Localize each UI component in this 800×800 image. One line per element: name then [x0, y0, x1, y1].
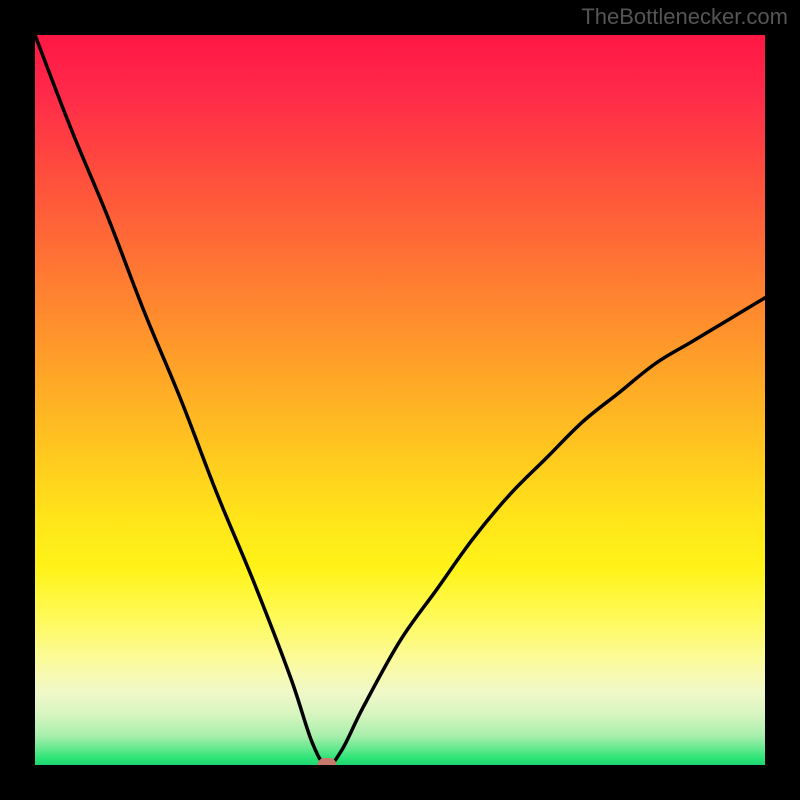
attribution-label: TheBottlenecker.com: [581, 4, 788, 30]
bottleneck-curve: [35, 35, 765, 765]
chart-plot-area: [35, 35, 765, 765]
optimum-marker: [318, 758, 337, 765]
